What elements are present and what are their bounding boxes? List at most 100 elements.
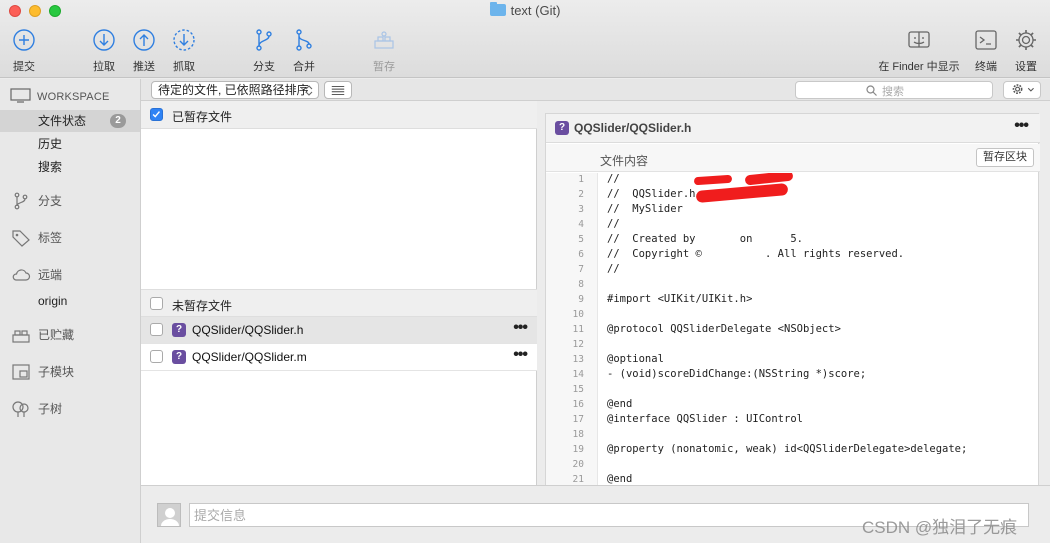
merge-label: 合并 [293, 61, 315, 73]
file-row[interactable]: ? QQSlider/QQSlider.h ••• [141, 317, 537, 344]
file-checkbox[interactable] [150, 350, 163, 363]
branch-button[interactable]: 分支 [244, 28, 284, 74]
more-actions-icon[interactable]: ••• [513, 347, 528, 363]
sidebar-section-subtrees[interactable]: 子树 [0, 397, 140, 421]
more-actions-icon[interactable]: ••• [513, 320, 528, 336]
sidebar-section-remotes[interactable]: 远端 [0, 263, 140, 287]
branch-icon [14, 192, 28, 210]
code-line: @end [607, 473, 633, 485]
line-number: 2 [578, 189, 584, 200]
code-line: // MySlider [607, 203, 683, 215]
terminal-label: 终端 [975, 61, 997, 73]
sidebar: WORKSPACE 文件状态 2 历史 搜索 分支 标签 远端 origin 已… [0, 79, 141, 543]
unstaged-files-checkbox[interactable] [150, 297, 163, 310]
merge-button[interactable]: 合并 [284, 28, 324, 74]
untracked-status-icon: ? [172, 350, 186, 364]
monitor-icon [10, 88, 31, 103]
line-number: 18 [572, 429, 584, 440]
sidebar-section-tags[interactable]: 标签 [0, 226, 140, 250]
staged-files-group: 已暂存文件 [141, 101, 537, 129]
line-number: 20 [572, 459, 584, 470]
code-line: @end [607, 398, 633, 410]
line-number: 11 [572, 324, 584, 335]
stage-hunk-button[interactable]: 暂存区块 [976, 148, 1034, 167]
file-list-panel: 已暂存文件 未暂存文件 ? QQSlider/QQSlider.h ••• ? … [141, 101, 537, 485]
line-number: 15 [572, 384, 584, 395]
code-line: @interface QQSlider : UIControl [607, 413, 803, 425]
untracked-status-icon: ? [172, 323, 186, 337]
diff-header: ? QQSlider/QQSlider.h ••• [546, 114, 1040, 143]
sidebar-section-stashes[interactable]: 已贮藏 [0, 323, 140, 347]
line-number: 5 [578, 234, 584, 245]
merge-icon [296, 29, 312, 51]
hunk-header: 文件内容 暂存区块 [546, 144, 1040, 172]
plus-circle-icon [13, 29, 35, 51]
sidebar-section-submodules[interactable]: 子模块 [0, 360, 140, 384]
push-button[interactable]: 推送 [124, 28, 164, 74]
code-line: // [607, 263, 620, 275]
code-line: // Created by on 5. [607, 233, 803, 245]
untracked-status-icon: ? [555, 121, 569, 135]
search-icon [866, 85, 877, 96]
list-icon [331, 85, 345, 95]
unstaged-files-label: 未暂存文件 [172, 299, 233, 313]
title-toolbar: text (Git) 提交 拉取 推送 抓取 分支 合并 暂存 在 Finder… [0, 0, 1050, 78]
pull-label: 拉取 [93, 61, 115, 73]
finder-icon [908, 31, 930, 48]
code-line: // QQSlider.h [607, 188, 696, 200]
file-name: QQSlider/QQSlider.h [192, 323, 304, 337]
line-number: 6 [578, 249, 584, 260]
line-number: 17 [572, 414, 584, 425]
commit-label: 提交 [13, 61, 35, 73]
sidebar-section-branches[interactable]: 分支 [0, 189, 140, 213]
search-field[interactable]: 搜索 [795, 81, 993, 99]
arrow-up-circle-icon [133, 29, 155, 51]
branch-label: 分支 [253, 61, 275, 73]
redaction-mark [693, 174, 733, 186]
code-line: // Copyright © . All rights reserved. [607, 248, 905, 260]
stash-icon [374, 31, 394, 49]
avatar [157, 503, 181, 527]
file-checkbox[interactable] [150, 323, 163, 336]
line-number: 21 [572, 474, 584, 485]
sidebar-item-remote-origin[interactable]: origin [0, 290, 140, 312]
sort-select[interactable]: 待定的文件, 已依照路径排序 [151, 81, 319, 99]
gear-icon [1016, 30, 1036, 50]
hunk-title: 文件内容 [600, 154, 649, 168]
branch-icon [256, 29, 272, 51]
line-number: 3 [578, 204, 584, 215]
sidebar-item-file-status[interactable]: 文件状态 2 [0, 110, 140, 132]
line-number: 12 [572, 339, 584, 350]
sidebar-item-history[interactable]: 历史 [0, 133, 140, 155]
code-line: #import <UIKit/UIKit.h> [607, 293, 753, 305]
settings-button[interactable]: 设置 [1006, 28, 1046, 74]
submodule-icon [12, 364, 30, 380]
stash-icon [12, 330, 30, 343]
fetch-button[interactable]: 抓取 [164, 28, 204, 74]
line-number: 16 [572, 399, 584, 410]
staged-files-checkbox[interactable] [150, 108, 163, 121]
stash-button[interactable]: 暂存 [364, 28, 404, 74]
more-actions-icon[interactable]: ••• [1014, 118, 1029, 134]
code-line: @property (nonatomic, weak) id<QQSliderD… [607, 443, 968, 455]
commit-button[interactable]: 提交 [4, 28, 44, 74]
sidebar-item-search[interactable]: 搜索 [0, 156, 140, 178]
tag-icon [12, 230, 30, 247]
show-in-finder-button[interactable]: 在 Finder 中显示 [874, 28, 964, 74]
list-view-button[interactable] [324, 81, 352, 99]
pull-button[interactable]: 拉取 [84, 28, 124, 74]
terminal-button[interactable]: 终端 [966, 28, 1006, 74]
line-number: 8 [578, 279, 584, 290]
code-line: - (void)scoreDidChange:(NSString *)score… [607, 368, 867, 380]
options-gear-button[interactable] [1003, 81, 1041, 99]
stash-label: 暂存 [373, 61, 395, 73]
diff-panel: ? QQSlider/QQSlider.h ••• 文件内容 暂存区块 1234… [537, 101, 1050, 486]
code-line: @protocol QQSliderDelegate <NSObject> [607, 323, 841, 335]
workspace-header: WORKSPACE [10, 87, 110, 107]
file-row[interactable]: ? QQSlider/QQSlider.m ••• [141, 344, 537, 371]
code-line: // [607, 218, 620, 230]
terminal-icon [975, 30, 997, 50]
cloud-icon [12, 269, 31, 281]
code-view: 1 2 3 4 5 6 7 8 9 10 11 12 13 14 15 16 17 18 19 20 21 //// Q… [546, 173, 1040, 486]
diff-card: ? QQSlider/QQSlider.h ••• 文件内容 暂存区块 1234… [545, 113, 1040, 486]
